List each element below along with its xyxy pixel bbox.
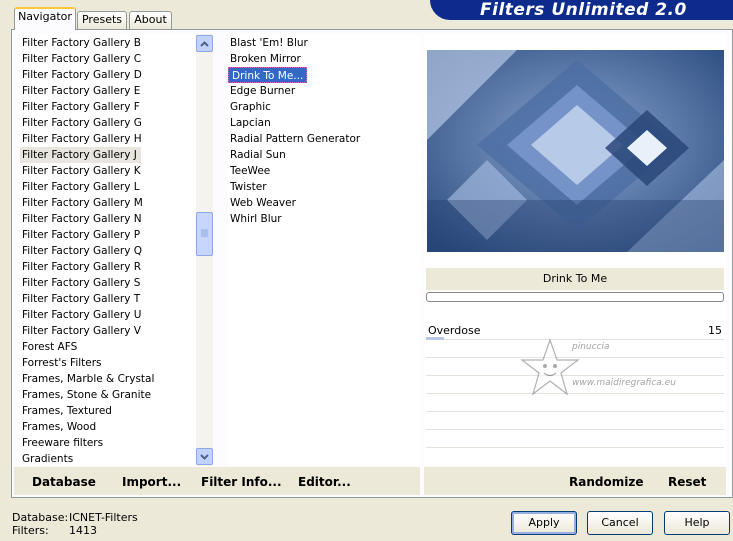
import-button[interactable]: Import... bbox=[122, 475, 181, 489]
grip-icon bbox=[201, 229, 208, 237]
category-item[interactable]: Forrest's Filters bbox=[20, 355, 102, 371]
parameter-fill bbox=[426, 337, 444, 340]
filters-status-label: Filters: bbox=[12, 524, 49, 537]
filters-status-value: 1413 bbox=[69, 524, 97, 537]
filter-item[interactable]: Twister bbox=[228, 179, 267, 195]
category-item[interactable]: Forest AFS bbox=[20, 339, 77, 355]
category-item[interactable]: Filter Factory Gallery K bbox=[20, 163, 141, 179]
category-item[interactable]: Filter Factory Gallery E bbox=[20, 83, 140, 99]
category-item[interactable]: Filter Factory Gallery N bbox=[20, 211, 142, 227]
category-item[interactable]: Filter Factory Gallery T bbox=[20, 291, 140, 307]
category-item[interactable]: Filter Factory Gallery J bbox=[20, 147, 141, 163]
category-item[interactable]: Filter Factory Gallery L bbox=[20, 179, 140, 195]
tab-presets[interactable]: Presets bbox=[77, 11, 127, 29]
category-item[interactable]: Filter Factory Gallery S bbox=[20, 275, 140, 291]
database-button[interactable]: Database bbox=[32, 475, 96, 489]
cancel-button[interactable]: Cancel bbox=[587, 511, 653, 535]
category-item[interactable]: Filter Factory Gallery B bbox=[20, 35, 141, 51]
category-item[interactable]: Filter Factory Gallery V bbox=[20, 323, 141, 339]
reset-button[interactable]: Reset bbox=[668, 475, 706, 489]
filter-item[interactable]: Graphic bbox=[228, 99, 271, 115]
watermark-url: www.maidiregrafica.eu bbox=[572, 378, 676, 388]
scroll-up-button[interactable] bbox=[196, 35, 213, 52]
editor-button[interactable]: Editor... bbox=[298, 475, 351, 489]
parameter-label: Overdose bbox=[428, 324, 481, 337]
category-item[interactable]: Filter Factory Gallery P bbox=[20, 227, 140, 243]
watermark: pinuccia www.maidiregrafica.eu bbox=[520, 338, 690, 398]
progress-bar bbox=[426, 292, 724, 302]
parameter-slot bbox=[426, 431, 724, 448]
star-mascot-icon bbox=[520, 338, 580, 396]
tab-about[interactable]: About bbox=[129, 11, 172, 29]
category-item[interactable]: Filter Factory Gallery G bbox=[20, 115, 142, 131]
tab-navigator[interactable]: Navigator bbox=[14, 7, 76, 30]
category-item[interactable]: Filter Factory Gallery C bbox=[20, 51, 141, 67]
filter-item[interactable]: Broken Mirror bbox=[228, 51, 301, 67]
filter-title: Drink To Me bbox=[426, 268, 724, 290]
preview-image bbox=[427, 50, 724, 252]
category-scrollbar[interactable] bbox=[196, 34, 213, 466]
category-list[interactable]: Filter Factory Gallery B Filter Factory G… bbox=[20, 34, 196, 466]
filter-item[interactable]: Radial Pattern Generator bbox=[228, 131, 360, 147]
database-status-label: Database: bbox=[12, 511, 69, 524]
filter-info-button[interactable]: Filter Info... bbox=[201, 475, 282, 489]
category-item[interactable]: Filter Factory Gallery M bbox=[20, 195, 143, 211]
filter-item[interactable]: Lapcian bbox=[228, 115, 271, 131]
category-item[interactable]: Filter Factory Gallery H bbox=[20, 131, 142, 147]
database-status-value: ICNET-Filters bbox=[69, 511, 138, 524]
parameter-slot bbox=[426, 413, 724, 430]
category-item[interactable]: Filter Factory Gallery F bbox=[20, 99, 140, 115]
help-button[interactable]: Help bbox=[664, 511, 730, 535]
category-item[interactable]: Frames, Stone & Granite bbox=[20, 387, 151, 403]
filter-list[interactable]: Blast 'Em! Blur Broken Mirror Drink To Me.… bbox=[228, 34, 420, 466]
category-item[interactable]: Filter Factory Gallery D bbox=[20, 67, 142, 83]
filter-item[interactable]: Whirl Blur bbox=[228, 211, 282, 227]
category-item[interactable]: Frames, Marble & Crystal bbox=[20, 371, 154, 387]
scroll-down-button[interactable] bbox=[196, 448, 213, 465]
filter-item[interactable]: Drink To Me... bbox=[228, 67, 308, 83]
category-item[interactable]: Freeware filters bbox=[20, 435, 103, 451]
chevron-up-icon bbox=[200, 40, 209, 47]
watermark-name: pinuccia bbox=[572, 342, 610, 352]
filter-item[interactable]: Web Weaver bbox=[228, 195, 296, 211]
category-item[interactable]: Frames, Textured bbox=[20, 403, 112, 419]
category-item[interactable]: Filter Factory Gallery R bbox=[20, 259, 141, 275]
apply-button[interactable]: Apply bbox=[511, 511, 577, 535]
randomize-button[interactable]: Randomize bbox=[569, 475, 643, 489]
category-item[interactable]: Gradients bbox=[20, 451, 73, 467]
filter-item[interactable]: Radial Sun bbox=[228, 147, 286, 163]
parameter-value: 15 bbox=[708, 324, 722, 337]
filter-item[interactable]: Blast 'Em! Blur bbox=[228, 35, 308, 51]
filter-item[interactable]: TeeWee bbox=[228, 163, 270, 179]
category-item[interactable]: Filter Factory Gallery U bbox=[20, 307, 141, 323]
category-item[interactable]: Filter Factory Gallery Q bbox=[20, 243, 142, 259]
chevron-down-icon bbox=[200, 453, 209, 460]
category-item[interactable]: Frames, Wood bbox=[20, 419, 96, 435]
filter-item[interactable]: Edge Burner bbox=[228, 83, 295, 99]
brand-banner: Filters Unlimited 2.0 bbox=[430, 0, 733, 20]
scroll-thumb[interactable] bbox=[196, 212, 213, 256]
